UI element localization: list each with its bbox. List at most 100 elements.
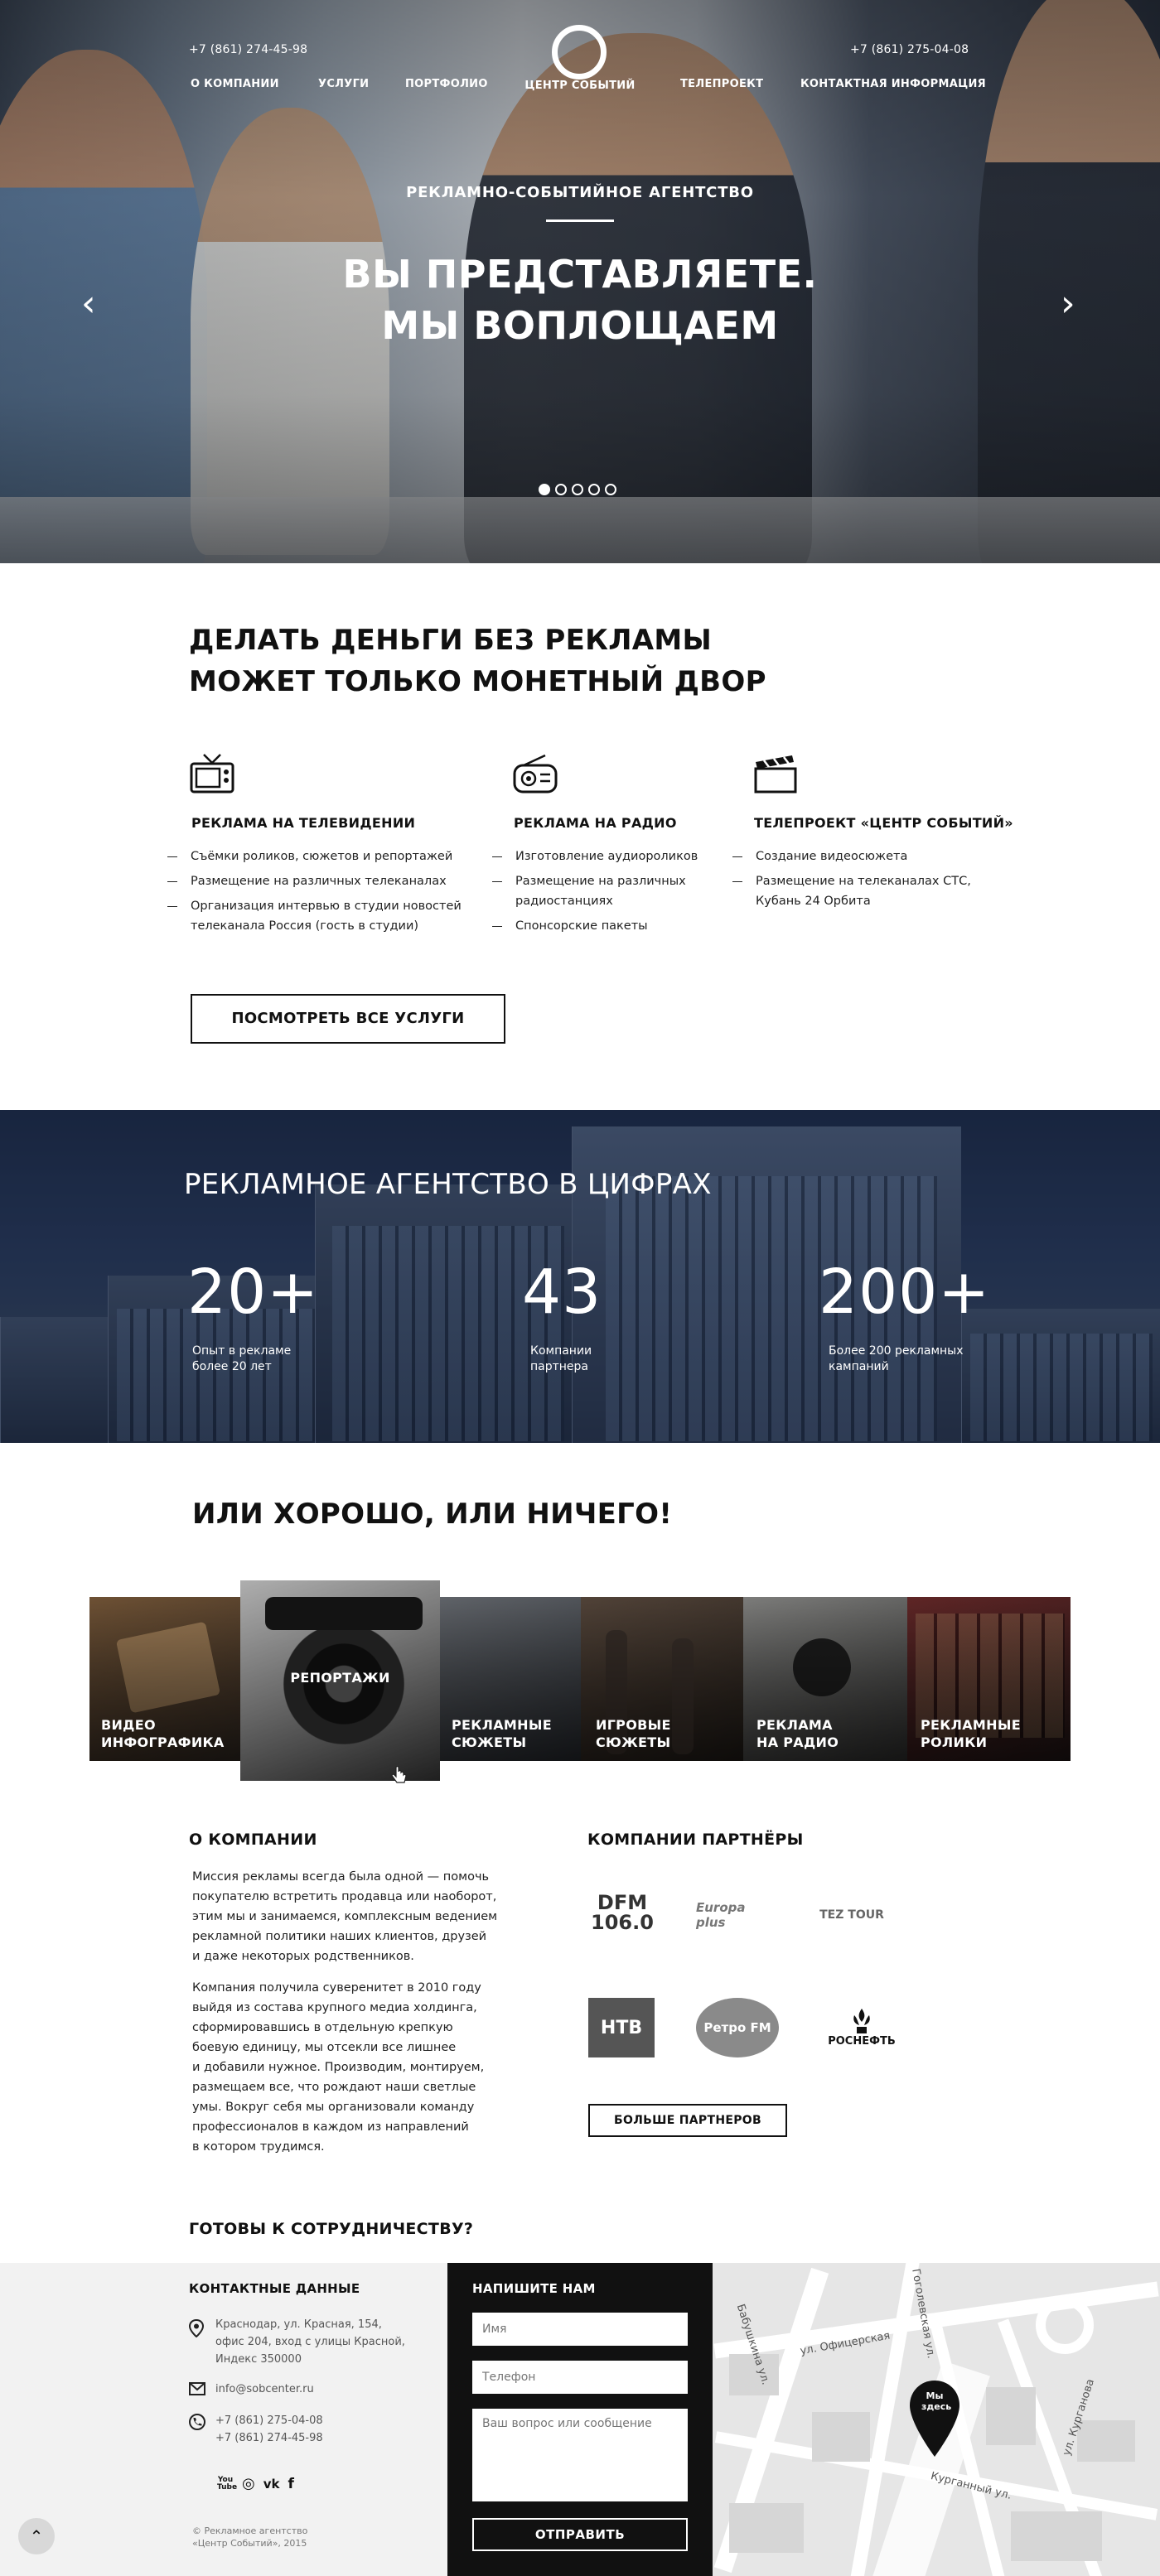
service-title-radio[interactable]: РЕКЛАМА НА РАДИО [514,815,677,831]
portfolio-tile-reports[interactable]: РЕПОРТАЖИ [240,1580,440,1781]
about-line: Компания получила суверенитет в 2010 год… [192,1981,481,1995]
partner-logo-text: РОСНЕФТЬ [828,2034,896,2048]
portfolio-heading: ИЛИ ХОРОШО, ИЛИ НИЧЕГО! [192,1498,673,1531]
nav-item-portfolio[interactable]: ПОРТФОЛИО [405,78,488,90]
address-line: офис 204, вход с улицы Красной, [215,2336,405,2348]
nav-item-teleproject[interactable]: ТЕЛЕПРОЕКТ [680,78,763,90]
address-line: Краснодар, ул. Красная, 154, [215,2318,382,2331]
about-line: выйдя из состава крупного медиа холдинга… [192,2001,477,2014]
submit-button[interactable]: ОТПРАВИТЬ [472,2518,688,2551]
slider-dot[interactable] [555,484,567,495]
tile-label-line: НА РАДИО [756,1734,839,1750]
about-paragraph-1: Миссия рекламы всегда была одной — помоч… [192,1867,524,1966]
partner-logo-tez-tour[interactable]: TEZ TOUR [812,1900,892,1930]
youtube-icon[interactable]: You Tube [217,2476,237,2492]
slider-dot[interactable] [588,484,600,495]
tile-label: РЕПОРТАЖИ [290,1670,390,1686]
contact-email[interactable]: info@sobcenter.ru [215,2381,314,2398]
message-field[interactable] [472,2409,688,2501]
partner-logo-text: Europa plus [696,1900,746,1930]
partner-logo-text: TEZ TOUR [819,1908,884,1922]
stat-caption: Более 200 рекламных кампаний [829,1343,964,1375]
partner-logo-text: DFM 106.0 [591,1891,654,1934]
location-map[interactable]: Бабушкина ул. Гоголевская ул. ул. Офицер… [713,2263,1160,2576]
facebook-icon[interactable]: f [288,2476,293,2492]
vk-icon[interactable]: vk [263,2477,280,2492]
nav-item-services[interactable]: УСЛУГИ [318,78,369,90]
portfolio-tile-ad-stories[interactable]: РЕКЛАМНЫЕ СЮЖЕТЫ [440,1597,581,1761]
contact-phone[interactable]: +7 (861) 274-45-98 [215,2429,323,2447]
service-bullet: Организация интервью в студии новостей т… [167,896,466,936]
partner-logo-ntv[interactable]: НТВ [588,1998,655,2057]
header-phone-left[interactable]: +7 (861) 274-45-98 [189,43,307,56]
hand-cursor-icon [391,1766,407,1783]
form-heading: НАПИШИТЕ НАМ [472,2281,596,2296]
service-bullet: Съёмки роликов, сюжетов и репортажей [167,847,466,866]
copyright-line: © Рекламное агентство [192,2525,308,2536]
stat-caption-line: Компании [530,1344,592,1358]
services-heading: ДЕЛАТЬ ДЕНЬГИ БЕЗ РЕКЛАМЫ МОЖЕТ ТОЛЬКО М… [189,620,766,702]
scroll-to-top-button[interactable]: ⌃ [18,2518,55,2554]
slider-dot[interactable] [539,484,550,495]
copyright-line: «Центр Событий», 2015 [192,2538,307,2549]
slider-next-arrow-icon[interactable]: › [1061,286,1075,322]
tile-label: РЕКЛАМНЫЕ СЮЖЕТЫ [452,1716,552,1751]
tile-label-line: ИГРОВЫЕ [596,1717,671,1733]
logo-text[interactable]: ЦЕНТР СОБЫТИЙ [522,80,638,92]
slider-prev-arrow-icon[interactable]: ‹ [81,286,96,322]
tile-label-line: ВИДЕО [101,1717,156,1733]
partner-logo-rosneft[interactable]: РОСНЕФТЬ [816,1998,907,2057]
instagram-icon[interactable]: ◎ [242,2475,255,2492]
header-phone-right[interactable]: +7 (861) 275-04-08 [850,43,969,56]
tile-label-line: РЕКЛАМА [756,1717,833,1733]
service-bullet: Изготовление аудиороликов [492,847,716,866]
name-field[interactable] [472,2313,688,2346]
hero-title: ВЫ ПРЕДСТАВЛЯЕТЕ. МЫ ВОПЛОЩАЕМ [249,248,911,351]
service-bullet: Размещение на различных радиостанциях [492,871,716,911]
about-line: этим мы и занимаемся, комплексным ведени… [192,1910,498,1923]
about-paragraph-2: Компания получила суверенитет в 2010 год… [192,1978,524,2157]
partner-logo-dfm[interactable]: DFM 106.0 [587,1882,658,1943]
phone-field[interactable] [472,2361,688,2394]
contacts-panel: КОНТАКТНЫЕ ДАННЫЕ Краснодар, ул. Красная… [0,2263,447,2576]
rosneft-emblem-icon [853,2008,870,2033]
about-line: умы. Вокруг себя мы организовали команду [192,2101,475,2114]
nav-item-contacts[interactable]: КОНТАКТНАЯ ИНФОРМАЦИЯ [800,78,986,90]
stat-value: 20+ [187,1257,320,1328]
partner-logo-retro-fm[interactable]: Ретро FM [696,1998,779,2057]
portfolio-tile-radio-ads[interactable]: РЕКЛАМА НА РАДИО [743,1597,907,1761]
about-line: профессионалов в каждом из направлений [192,2120,469,2134]
slider-dot[interactable] [605,484,616,495]
contact-phone[interactable]: +7 (861) 275-04-08 [215,2412,323,2429]
tile-label-line: РОЛИКИ [921,1734,988,1750]
service-bullet: Размещение на телеканалах СТС, Кубань 24… [732,871,981,911]
about-line: Миссия рекламы всегда была одной — помоч… [192,1870,490,1884]
service-title-tv[interactable]: РЕКЛАМА НА ТЕЛЕВИДЕНИИ [191,815,415,831]
about-heading: О КОМПАНИИ [189,1831,317,1849]
service-bullet: Размещение на различных телеканалах [167,871,466,891]
portfolio-tile-game-stories[interactable]: ИГРОВЫЕ СЮЖЕТЫ [581,1597,743,1761]
nav-item-about[interactable]: О КОМПАНИИ [191,78,279,90]
all-services-button[interactable]: ПОСМОТРЕТЬ ВСЕ УСЛУГИ [191,994,505,1044]
mail-icon [189,2382,205,2395]
portfolio-tile-commercials[interactable]: РЕКЛАМНЫЕ РОЛИКИ [907,1597,1071,1761]
partner-logo-europa-plus[interactable]: Europa plus [696,1895,776,1935]
more-partners-button[interactable]: БОЛЬШЕ ПАРТНЕРОВ [588,2104,787,2137]
about-line: покупателю встретить продавца или наобор… [192,1890,497,1903]
portfolio-tile-video-infographic[interactable]: ВИДЕО ИНФОГРАФИКА [89,1597,240,1761]
tile-label: РЕКЛАМНЫЕ РОЛИКИ [921,1716,1021,1751]
tile-label-line: РЕКЛАМНЫЕ [921,1717,1021,1733]
service-title-teleproject[interactable]: ТЕЛЕПРОЕКТ «ЦЕНТР СОБЫТИЙ» [754,815,1013,831]
logo-ring-icon[interactable] [552,25,607,80]
tile-label: ВИДЕО ИНФОГРАФИКА [101,1716,225,1751]
cta-heading: ГОТОВЫ К СОТРУДНИЧЕСТВУ? [189,2220,474,2238]
contact-address: Краснодар, ул. Красная, 154, офис 204, в… [215,2316,405,2368]
slider-dot[interactable] [572,484,583,495]
tile-label: ИГРОВЫЕ СЮЖЕТЫ [596,1716,671,1751]
address-line: Индекс 350000 [215,2353,302,2366]
service-list-radio: Изготовление аудиороликов Размещение на … [492,847,716,941]
tv-icon [190,754,234,794]
stat-caption-line: более 20 лет [192,1360,272,1373]
tile-label-line: РЕКЛАМНЫЕ [452,1717,552,1733]
map-marker-label: Мы здесь [921,2390,952,2412]
